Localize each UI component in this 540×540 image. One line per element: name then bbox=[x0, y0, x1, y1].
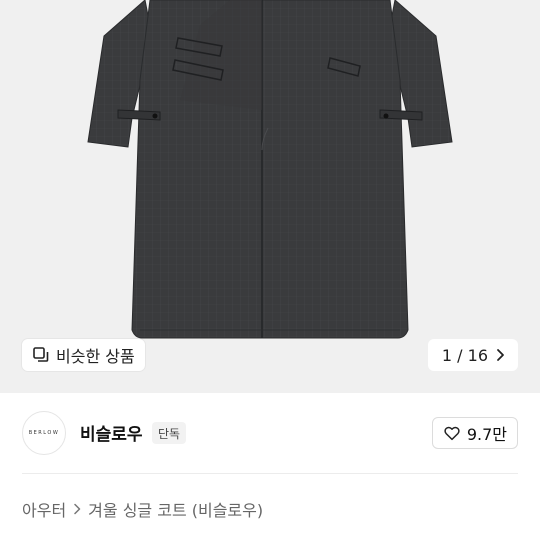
similar-items-label: 비슷한 상품 bbox=[56, 347, 135, 366]
breadcrumb: 아우터 겨울 싱글 코트 (비슬로우) bbox=[22, 497, 263, 521]
seller-avatar[interactable]: BERLOW bbox=[22, 411, 66, 455]
like-button[interactable]: 9.7만 bbox=[431, 417, 518, 449]
heart-outline-icon bbox=[443, 424, 461, 442]
seller-logo: BERLOW bbox=[28, 430, 60, 436]
like-count: 9.7만 bbox=[466, 425, 507, 444]
seller-name[interactable]: 비슬로우 bbox=[80, 420, 143, 445]
product-image-carousel[interactable]: 비슷한 상품 1 / 16 bbox=[0, 0, 540, 393]
divider bbox=[22, 473, 518, 474]
coat-product-photo bbox=[87, 0, 453, 339]
similar-items-icon bbox=[32, 346, 50, 364]
seller-row: BERLOW 비슬로우 단독 9.7만 bbox=[0, 393, 540, 473]
chevron-right-icon bbox=[72, 503, 82, 515]
exclusive-badge: 단독 bbox=[152, 422, 187, 444]
chevron-right-icon bbox=[494, 348, 506, 362]
breadcrumb-category[interactable]: 아우터 bbox=[22, 497, 66, 521]
breadcrumb-product: 겨울 싱글 코트 (비슬로우) bbox=[88, 501, 264, 520]
pager-text: 1 / 16 bbox=[441, 345, 488, 365]
image-pager-button[interactable]: 1 / 16 bbox=[427, 339, 518, 371]
similar-items-button[interactable]: 비슷한 상품 bbox=[22, 339, 145, 371]
